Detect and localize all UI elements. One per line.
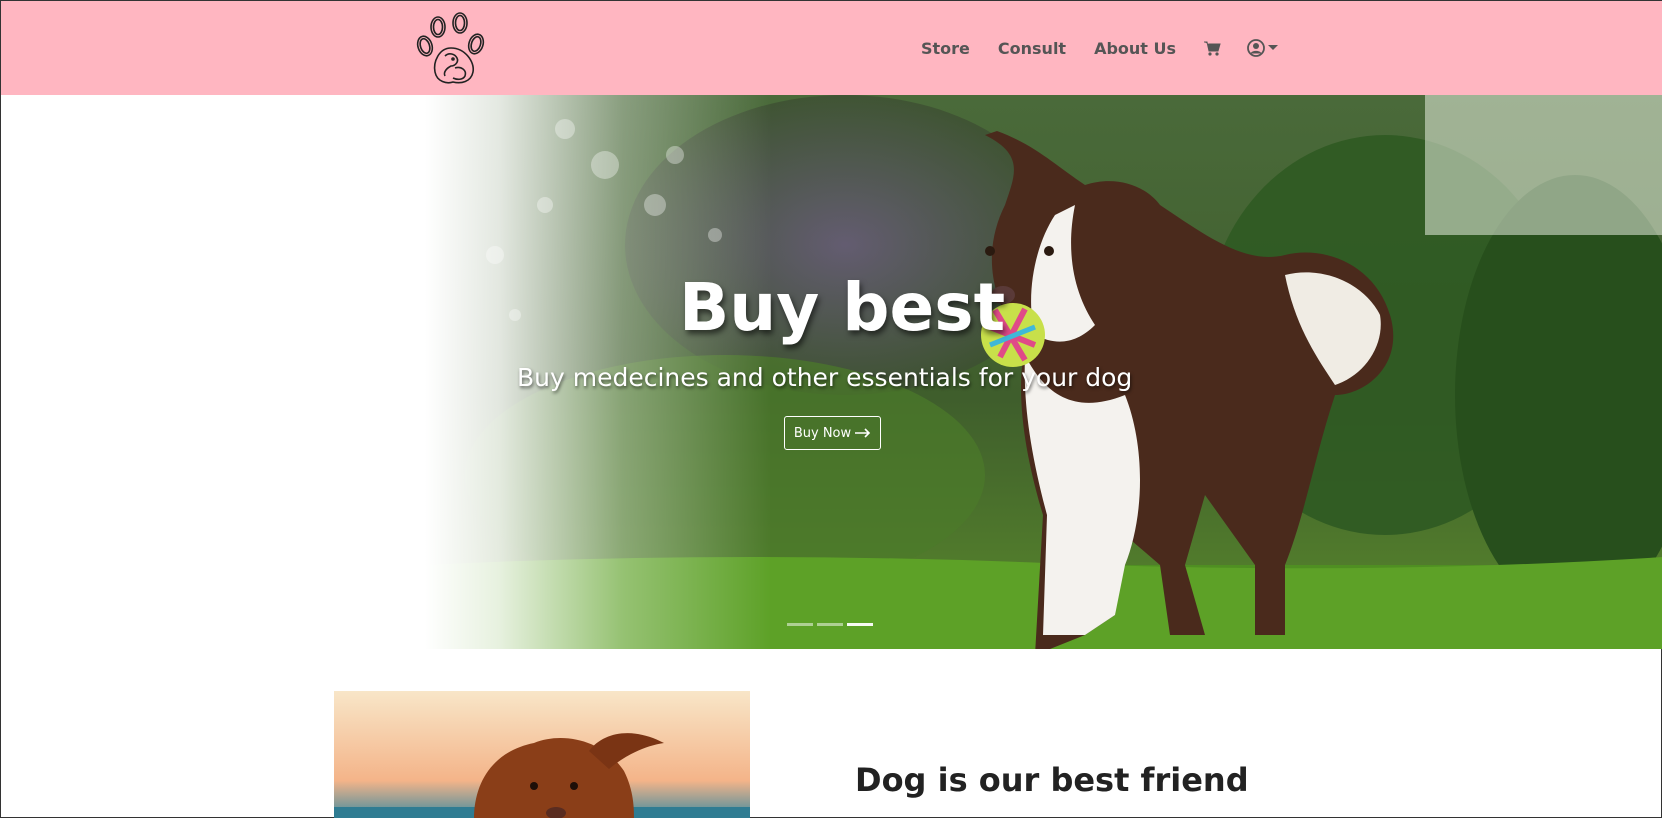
user-menu-dropdown[interactable]: [1247, 39, 1279, 57]
hero-subtitle: Buy medecines and other essentials for y…: [517, 363, 1133, 392]
arrow-right-icon: [855, 428, 871, 438]
carousel-indicator-3[interactable]: [847, 623, 873, 626]
cart-icon[interactable]: [1204, 41, 1221, 56]
hero-left-blank: [1, 95, 425, 649]
nav-links: Store Consult About Us: [921, 1, 1304, 95]
user-circle-icon: [1247, 39, 1265, 57]
feature-title: Dog is our best friend: [855, 761, 1249, 799]
carousel-indicator-2[interactable]: [817, 623, 843, 626]
feature-dog-image: [334, 691, 750, 818]
paw-logo-icon[interactable]: [415, 10, 491, 86]
navbar: Store Consult About Us: [1, 1, 1662, 95]
buy-now-label: Buy Now: [793, 425, 852, 441]
nav-link-about-us[interactable]: About Us: [1094, 39, 1176, 58]
buy-now-button[interactable]: Buy Now: [784, 416, 881, 450]
caret-down-icon: [1268, 45, 1279, 50]
nav-link-consult[interactable]: Consult: [998, 39, 1066, 58]
carousel-indicator-1[interactable]: [787, 623, 813, 626]
nav-link-store[interactable]: Store: [921, 39, 970, 58]
hero-title-text: Buy best: [679, 269, 1006, 346]
carousel-indicators: [787, 623, 873, 626]
